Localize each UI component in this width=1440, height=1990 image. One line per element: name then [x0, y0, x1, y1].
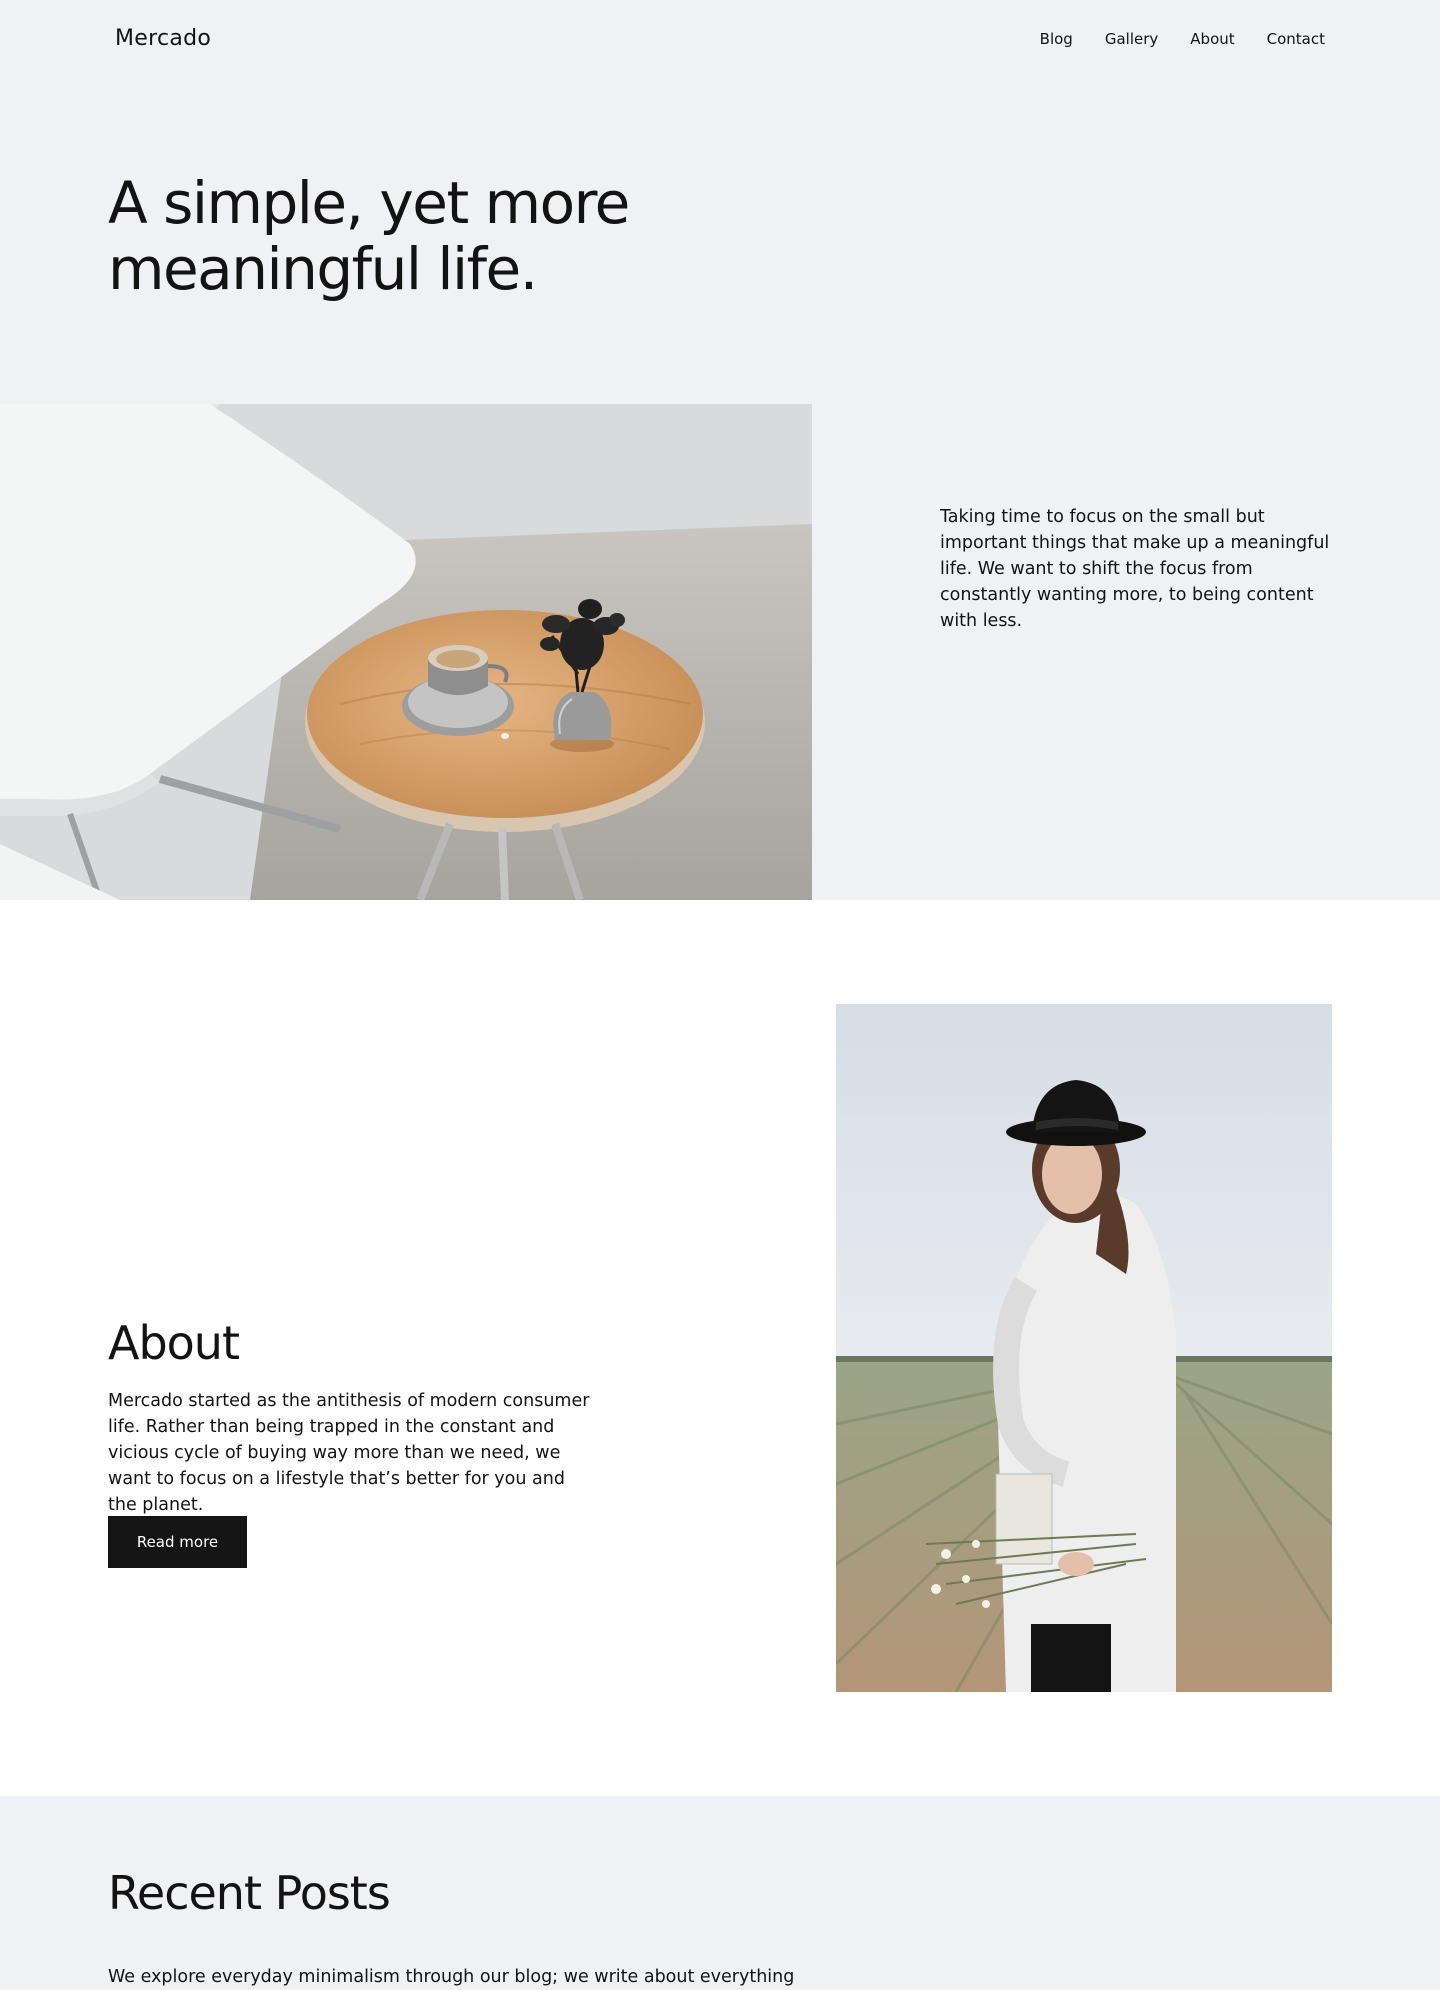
nav-gallery[interactable]: Gallery: [1105, 30, 1158, 48]
recent-posts-intro: We explore everyday minimalism through o…: [108, 1967, 795, 1987]
recent-posts-section: Recent Posts We explore everyday minimal…: [0, 1796, 1440, 1987]
read-more-button[interactable]: Read more: [108, 1516, 247, 1568]
about-title: About: [108, 1316, 240, 1370]
recent-posts-title: Recent Posts: [108, 1866, 391, 1920]
site-logo[interactable]: Mercado: [115, 26, 211, 51]
nav-blog[interactable]: Blog: [1040, 30, 1073, 48]
site-header: Mercado Blog Gallery About Contact: [0, 0, 1440, 84]
hero-image: [0, 404, 812, 900]
hero-intro-text: Taking time to focus on the small but im…: [940, 507, 1330, 631]
about-section: About Mercado started as the antithesis …: [0, 900, 1440, 1796]
about-text: Mercado started as the antithesis of mod…: [108, 1391, 590, 1515]
nav-contact[interactable]: Contact: [1267, 30, 1325, 48]
main-nav: Blog Gallery About Contact: [1040, 30, 1325, 48]
nav-about[interactable]: About: [1190, 30, 1234, 48]
about-image: [836, 1004, 1332, 1692]
hero-title: A simple, yet more meaningful life.: [108, 169, 630, 303]
